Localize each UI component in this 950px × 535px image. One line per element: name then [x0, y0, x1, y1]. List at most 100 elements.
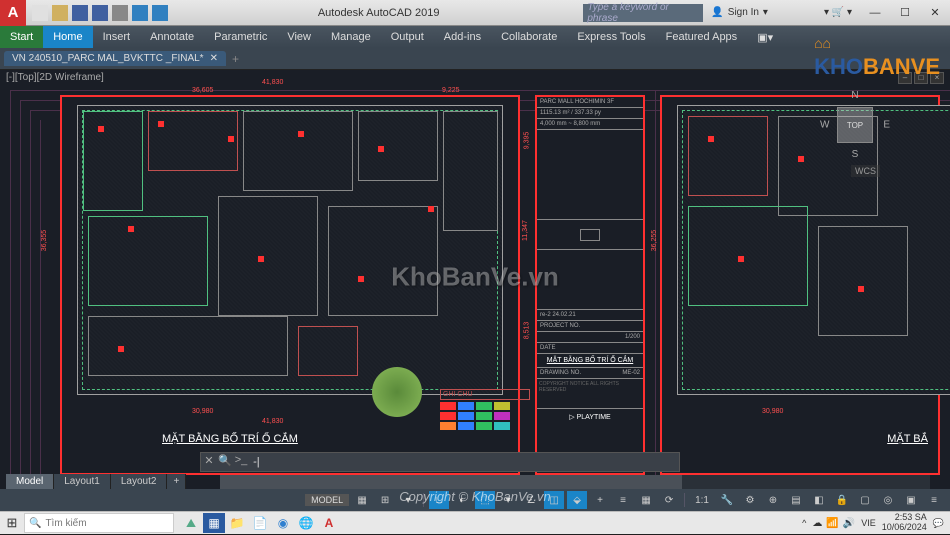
windows-start-button[interactable]: ⊞	[0, 512, 24, 535]
command-input[interactable]	[249, 456, 679, 468]
close-cmd-icon[interactable]: ✕	[201, 454, 217, 470]
customize-icon[interactable]: ≡	[924, 491, 944, 509]
ribbon-tab-output[interactable]: Output	[381, 26, 434, 48]
start-tab[interactable]: Start	[0, 26, 43, 48]
minimize-button[interactable]: —	[860, 0, 890, 26]
hardware-icon[interactable]: ▢	[855, 491, 875, 509]
ducs-icon[interactable]: ⬙	[567, 491, 587, 509]
app-icon-4[interactable]: ◉	[272, 513, 294, 533]
ribbon-tab-home[interactable]: Home	[43, 26, 92, 48]
signin-button[interactable]: 👤 Sign In ▾	[703, 7, 776, 18]
annomonitor-icon[interactable]: ⊕	[763, 491, 783, 509]
app-icon-2[interactable]: 📁	[226, 513, 248, 533]
qat-plot-icon[interactable]	[112, 5, 128, 21]
qat-redo-icon[interactable]	[152, 5, 168, 21]
snap-icon[interactable]: ⊞	[375, 491, 395, 509]
maximize-button[interactable]: ☐	[890, 0, 920, 26]
chrome-icon[interactable]: 🌐	[295, 513, 317, 533]
drawing-sheet-right: 36,255 30,980 MẶT BẮ	[660, 95, 940, 475]
notification-icon[interactable]: 💬	[933, 518, 944, 529]
dim-text: 36,255	[651, 230, 658, 251]
workspace-icon[interactable]: ⚙	[740, 491, 760, 509]
wifi-icon[interactable]: 📶	[826, 518, 838, 529]
dim-text: 30,980	[762, 408, 783, 415]
floor-plan	[77, 105, 503, 395]
autocad-taskbar-icon[interactable]: A	[318, 513, 340, 533]
file-tab[interactable]: VN 240510_PARC MAL_BVKTTC _FINAL* ✕	[4, 51, 226, 66]
exchange-button[interactable]: ▾ 🛒 ▾	[816, 7, 860, 18]
ribbon-tab-collaborate[interactable]: Collaborate	[491, 26, 567, 48]
qat-new-icon[interactable]	[32, 5, 48, 21]
viewcube-west[interactable]: W	[820, 120, 829, 131]
app-icon[interactable]: A	[0, 0, 26, 26]
taskview-icon[interactable]: ⛰	[180, 513, 202, 533]
qat-open-icon[interactable]	[52, 5, 68, 21]
qat-undo-icon[interactable]	[132, 5, 148, 21]
landscape-tree	[372, 367, 422, 417]
dim-text: 36,355	[41, 230, 48, 251]
viewcube[interactable]: N S E W TOP	[820, 90, 890, 160]
khobanve-logo: ⌂⌂ KHOBANVE	[814, 28, 940, 80]
app-icon-1[interactable]: ▦	[203, 513, 225, 533]
units-icon[interactable]: ▤	[786, 491, 806, 509]
ribbon-tab-view[interactable]: View	[277, 26, 321, 48]
volume-icon[interactable]: 🔊	[843, 518, 855, 529]
layout-tab-layout2[interactable]: Layout2	[111, 474, 168, 489]
tray-chevron-icon[interactable]: ^	[802, 518, 806, 528]
dim-text: 30,980	[192, 408, 213, 415]
language-indicator[interactable]: VIE	[861, 518, 876, 528]
dim-text: 36,605	[192, 87, 213, 94]
ribbon-tab-manage[interactable]: Manage	[321, 26, 381, 48]
viewport-label[interactable]: [-][Top][2D Wireframe]	[6, 72, 104, 83]
ribbon-expand-icon[interactable]: ▣▾	[747, 26, 783, 48]
drawing-title: MẶT BẰNG BỐ TRÍ Ổ CẮM	[162, 433, 298, 445]
clock[interactable]: 2:53 SA 10/06/2024	[882, 513, 927, 533]
cycling-icon[interactable]: ⟳	[659, 491, 679, 509]
status-model-badge[interactable]: MODEL	[305, 494, 349, 506]
layout-tab-model[interactable]: Model	[6, 474, 54, 489]
file-tab-name: VN 240510_PARC MAL_BVKTTC _FINAL*	[12, 53, 204, 64]
file-tab-close-icon[interactable]: ✕	[210, 53, 218, 64]
lwt-icon[interactable]: ≡	[613, 491, 633, 509]
cleanscreen-icon[interactable]: ▣	[901, 491, 921, 509]
layout-tab-add[interactable]: +	[167, 474, 186, 489]
wcs-label[interactable]: WCS	[851, 165, 880, 177]
app-icon-3[interactable]: 📄	[249, 513, 271, 533]
onedrive-icon[interactable]: ☁	[812, 518, 822, 529]
help-search-input[interactable]: Type a keyword or phrase	[583, 4, 703, 22]
title-block: PARC MALL HOCHIMIN 3F 1115.13 m² / 337.3…	[535, 95, 645, 475]
horizontal-scrollbar[interactable]	[220, 475, 930, 489]
qat-saveas-icon[interactable]	[92, 5, 108, 21]
qat-save-icon[interactable]	[72, 5, 88, 21]
viewcube-south[interactable]: S	[852, 149, 859, 160]
new-file-tab-button[interactable]: +	[226, 52, 245, 66]
transparency-icon[interactable]: ▦	[636, 491, 656, 509]
command-line[interactable]: ✕ 🔍 >_	[200, 452, 680, 472]
qprops-icon[interactable]: ◧	[809, 491, 829, 509]
ribbon-tab-featured[interactable]: Featured Apps	[656, 26, 748, 48]
viewcube-east[interactable]: E	[883, 120, 890, 131]
lock-icon[interactable]: 🔒	[832, 491, 852, 509]
annoscale-icon[interactable]: 🔧	[717, 491, 737, 509]
title-bar: A Autodesk AutoCAD 2019 Type a keyword o…	[0, 0, 950, 26]
ribbon-tab-addins[interactable]: Add-ins	[434, 26, 491, 48]
close-button[interactable]: ✕	[920, 0, 950, 26]
grid-icon[interactable]: ▦	[352, 491, 372, 509]
ribbon-tab-insert[interactable]: Insert	[93, 26, 141, 48]
ribbon-tab-parametric[interactable]: Parametric	[204, 26, 277, 48]
viewcube-face[interactable]: TOP	[837, 107, 873, 143]
dyn-icon[interactable]: +	[590, 491, 610, 509]
search-cmd-icon[interactable]: 🔍	[217, 454, 233, 470]
layout-tab-layout1[interactable]: Layout1	[54, 474, 111, 489]
windows-search-input[interactable]: 🔍 Tìm kiếm	[24, 513, 174, 533]
scale-label[interactable]: 1:1	[690, 491, 714, 509]
scrollbar-thumb[interactable]	[220, 475, 682, 489]
tb-date-label: DATE	[537, 343, 643, 354]
ribbon-tab-annotate[interactable]: Annotate	[140, 26, 204, 48]
drawing-viewport[interactable]: [-][Top][2D Wireframe] – □ × N S E W TOP…	[0, 70, 950, 489]
ribbon-tab-express[interactable]: Express Tools	[567, 26, 655, 48]
isolate-icon[interactable]: ◎	[878, 491, 898, 509]
tb-dwgno-label: DRAWING NO.	[540, 370, 581, 376]
viewcube-north[interactable]: N	[851, 90, 858, 101]
dim-text: 41,830	[262, 79, 283, 86]
